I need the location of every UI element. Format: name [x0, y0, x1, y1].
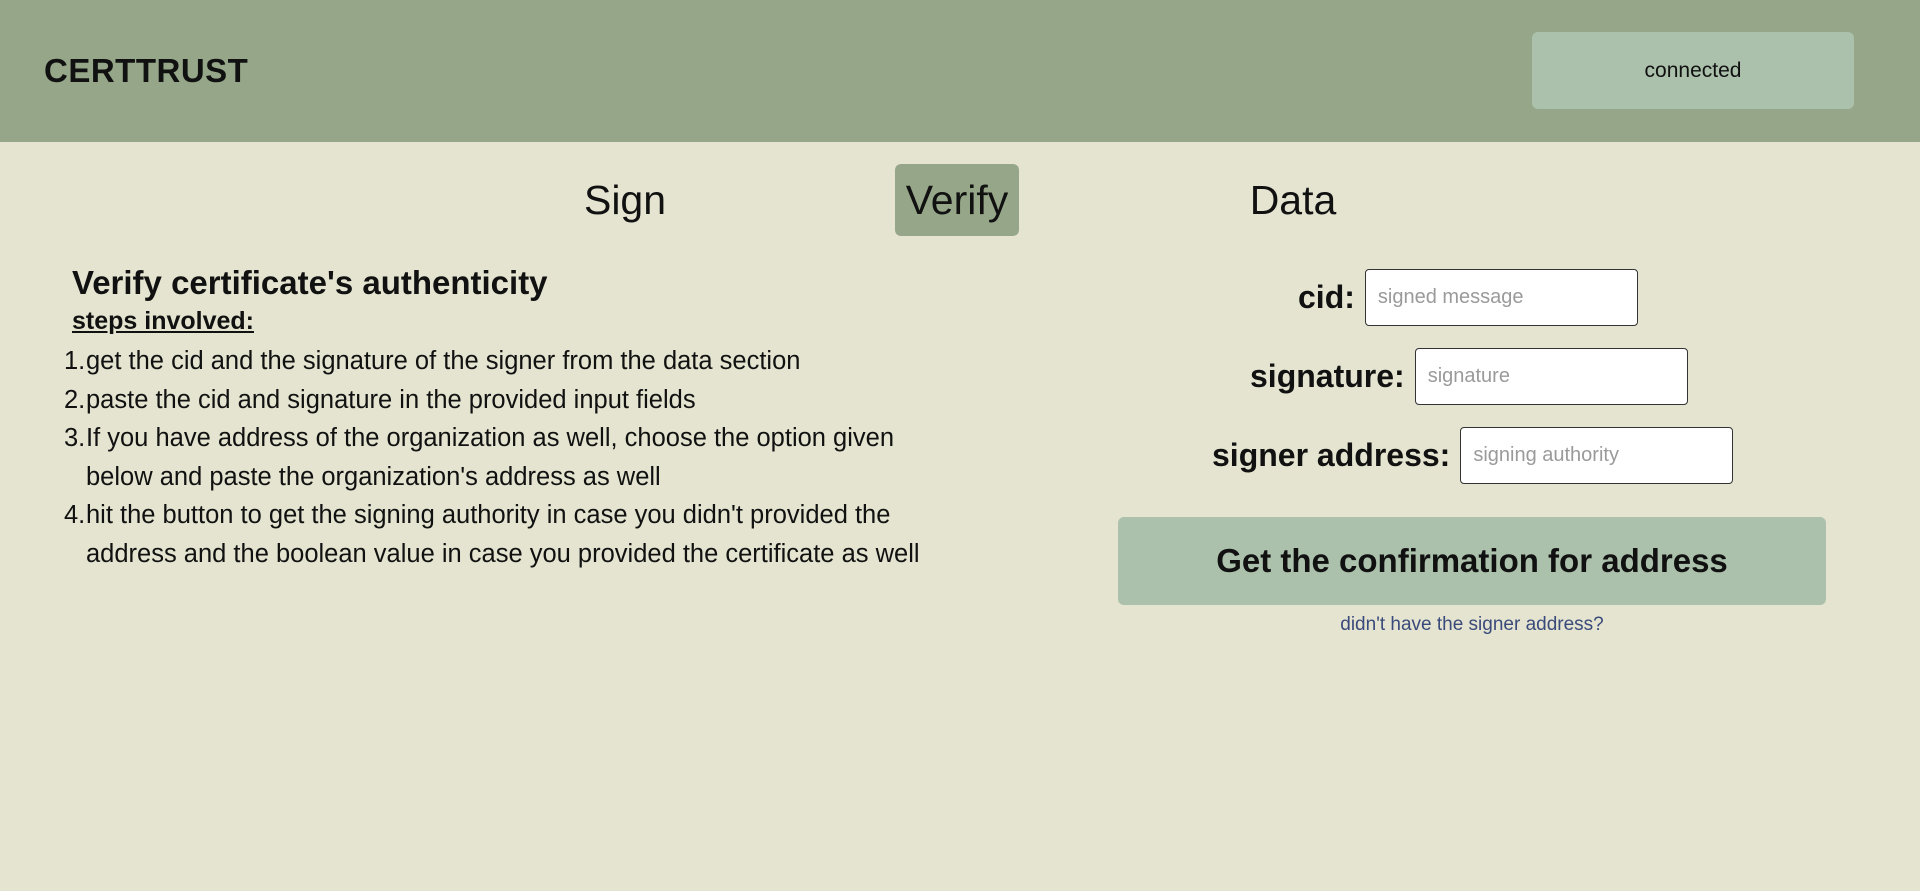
signature-field-row: signature: — [1250, 348, 1688, 405]
connection-status-button[interactable]: connected — [1532, 32, 1854, 109]
step-number: 4. — [64, 501, 86, 529]
step-text: paste the cid and signature in the provi… — [86, 385, 696, 414]
signer-address-field-row: signer address: — [1212, 427, 1734, 484]
step-number: 3. — [64, 424, 86, 452]
tab-data[interactable]: Data — [1240, 164, 1346, 236]
step-item: 1. get the cid and the signature of the … — [64, 342, 972, 381]
step-number: 1. — [64, 347, 86, 375]
signer-address-label: signer address: — [1212, 437, 1451, 473]
step-text: If you have address of the organization … — [86, 424, 895, 491]
step-text: get the cid and the signature of the sig… — [86, 347, 801, 375]
steps-heading: steps involved: — [72, 307, 254, 335]
instructions-panel: Verify certificate's authenticity steps … — [64, 262, 972, 573]
section-title: Verify certificate's authenticity — [72, 264, 548, 301]
app-logo-text: CERTTRUST — [44, 52, 249, 89]
step-item: 4. hit the button to get the signing aut… — [64, 496, 972, 573]
signer-address-input[interactable] — [1460, 427, 1734, 484]
signature-input[interactable] — [1414, 348, 1688, 405]
top-bar: CERTTRUST connected — [0, 0, 1920, 142]
step-item: 2. paste the cid and signature in the pr… — [64, 381, 972, 420]
step-number: 2. — [64, 385, 86, 414]
step-text: hit the button to get the signing author… — [86, 501, 920, 568]
tab-verify[interactable]: Verify — [895, 164, 1019, 236]
cid-field-row: cid: — [1298, 269, 1638, 326]
steps-list: 1. get the cid and the signature of the … — [64, 342, 972, 573]
get-confirmation-button[interactable]: Get the confirmation for address — [1118, 517, 1826, 605]
tab-sign[interactable]: Sign — [572, 164, 678, 236]
no-signer-address-link[interactable]: didn't have the signer address? — [1118, 614, 1826, 636]
step-item: 3. If you have address of the organizati… — [64, 419, 972, 496]
signature-label: signature: — [1250, 358, 1405, 394]
cid-input[interactable] — [1364, 269, 1638, 326]
cid-label: cid: — [1298, 279, 1355, 315]
